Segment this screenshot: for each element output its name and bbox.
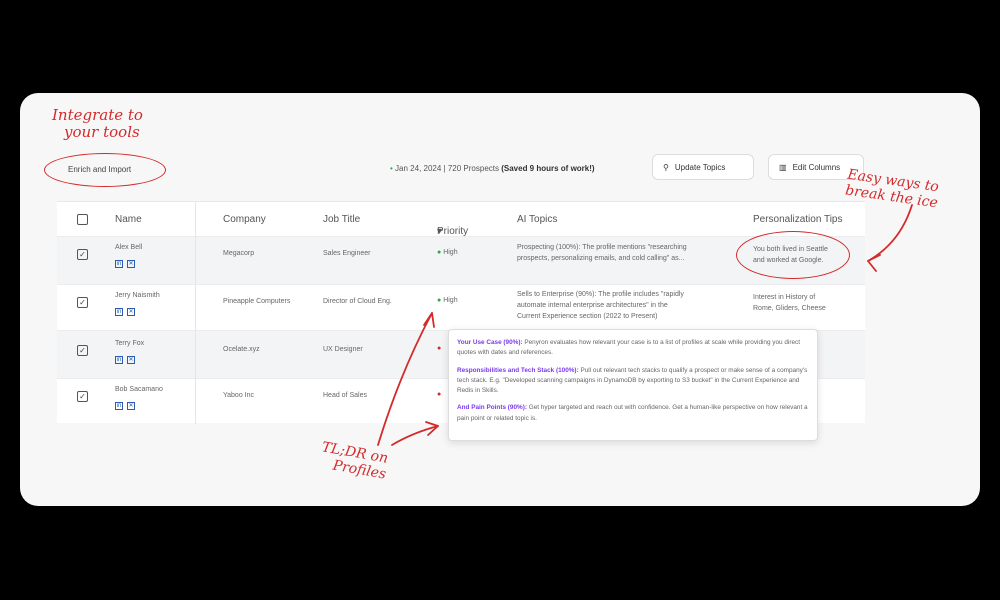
app-frame: Integrate to your tools Enrich and Impor… [20, 93, 980, 506]
arrow-to-tips-head [867, 254, 881, 272]
arrow-to-tips [867, 204, 913, 262]
annotation-arrows [377, 204, 913, 446]
arrow-to-tooltip [391, 425, 439, 446]
arrow-to-priority [377, 312, 433, 446]
